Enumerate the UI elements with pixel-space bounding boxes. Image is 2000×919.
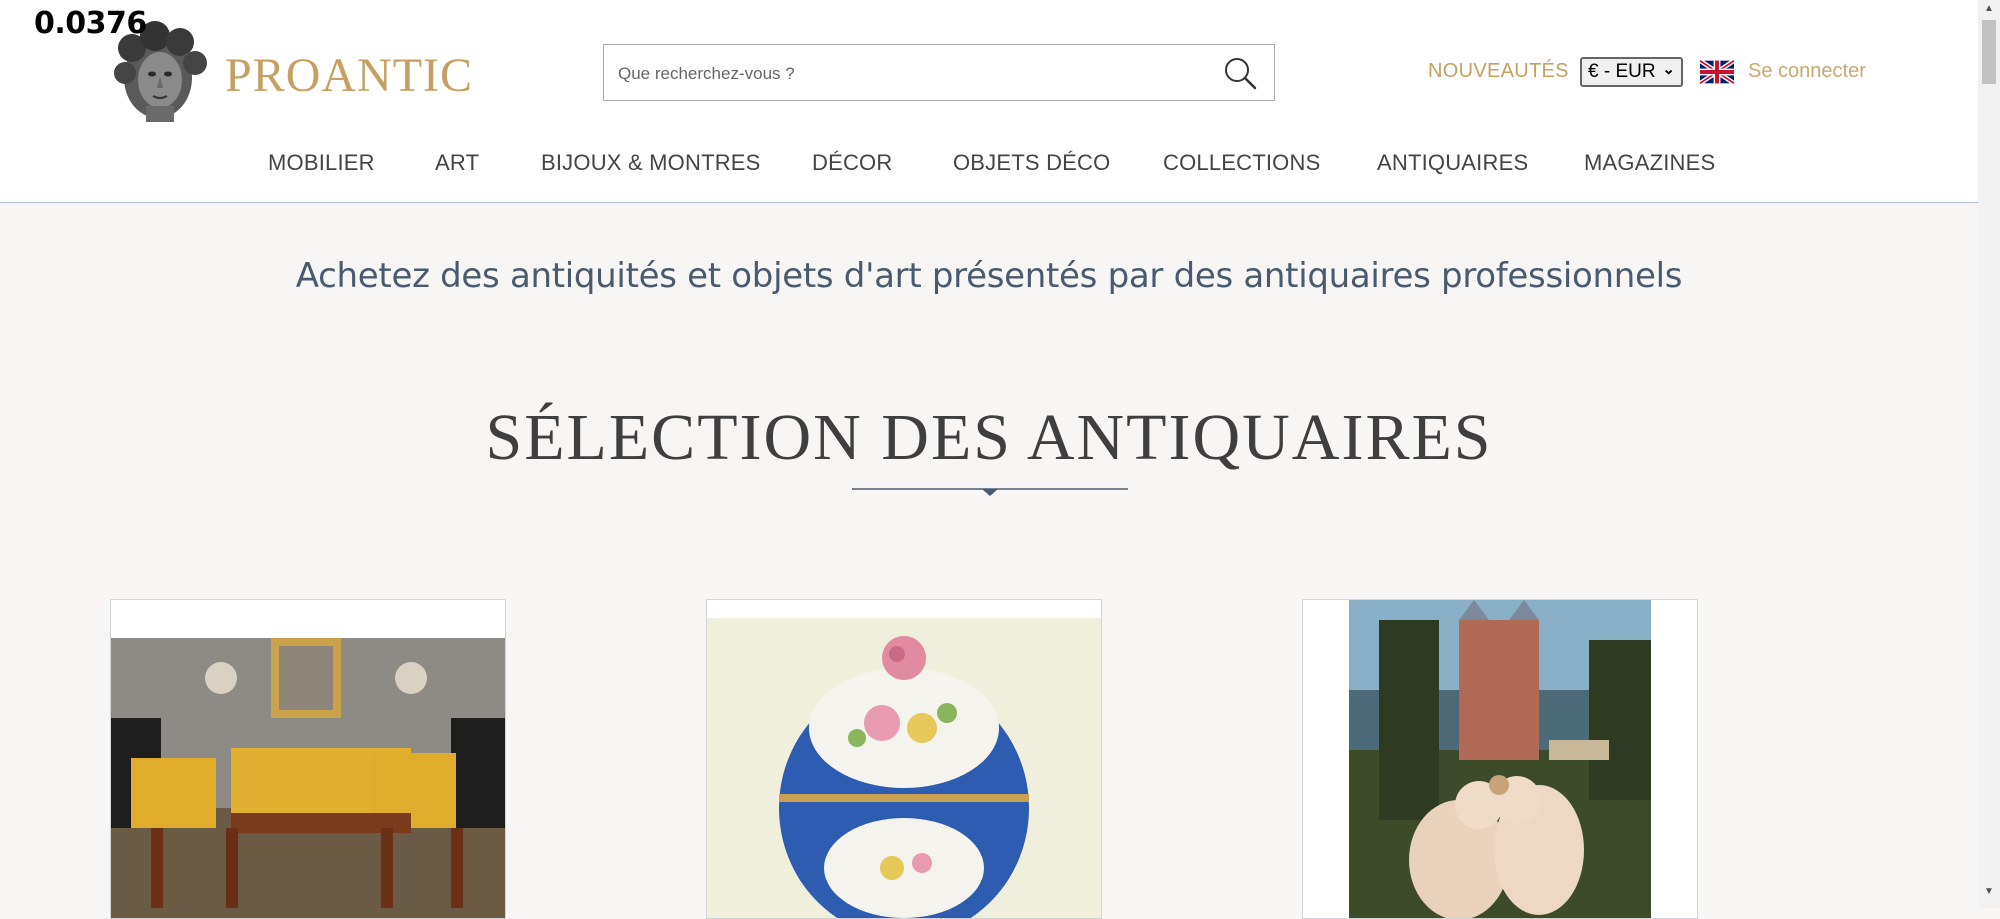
- main-nav: MOBILIER ART BIJOUX & MONTRES DÉCOR OBJE…: [0, 150, 1978, 180]
- logo[interactable]: PROANTIC: [110, 18, 474, 124]
- scroll-thumb[interactable]: [1982, 20, 1996, 84]
- dealer-card[interactable]: [110, 599, 506, 919]
- section-title: SÉLECTION DES ANTIQUAIRES: [485, 401, 1493, 474]
- chevron-down-icon: ⌄: [1662, 61, 1675, 78]
- site-header: PROANTIC NOUVEAUTÉS € - EUR ⌄ Se connect…: [0, 0, 1978, 203]
- vertical-scrollbar[interactable]: ▲ ▼: [1978, 0, 2000, 908]
- search-bar: [603, 44, 1275, 101]
- renaissance-painting-image: [1349, 600, 1651, 918]
- brand-name: PROANTIC: [225, 49, 474, 102]
- nav-item-magazines[interactable]: MAGAZINES: [1584, 150, 1715, 176]
- tagline: Achetez des antiquités et objets d'art p…: [295, 256, 1683, 296]
- scroll-down-arrow-icon[interactable]: ▼: [1984, 886, 1994, 897]
- nav-item-bijoux-montres[interactable]: BIJOUX & MONTRES: [541, 150, 761, 176]
- currency-value: € - EUR: [1588, 61, 1656, 82]
- nav-item-antiquaires[interactable]: ANTIQUAIRES: [1377, 150, 1528, 176]
- search-icon[interactable]: [1222, 55, 1258, 91]
- login-link[interactable]: Se connecter: [1748, 60, 1866, 83]
- nouveautes-link[interactable]: NOUVEAUTÉS: [1428, 60, 1569, 83]
- nav-item-objets-deco[interactable]: OBJETS DÉCO: [953, 150, 1110, 176]
- title-divider: [852, 488, 1128, 496]
- fps-counter: 0.0376: [34, 6, 147, 41]
- nav-item-art[interactable]: ART: [435, 150, 479, 176]
- porcelain-pot-image: [707, 618, 1101, 918]
- uk-flag-icon[interactable]: [1700, 59, 1734, 85]
- nav-item-mobilier[interactable]: MOBILIER: [268, 150, 375, 176]
- scroll-up-arrow-icon[interactable]: ▲: [1984, 3, 1994, 14]
- nav-item-collections[interactable]: COLLECTIONS: [1163, 150, 1320, 176]
- nav-item-decor[interactable]: DÉCOR: [812, 150, 892, 176]
- dealer-card[interactable]: [1302, 599, 1698, 919]
- dealer-card[interactable]: [706, 599, 1102, 919]
- salon-furniture-image: [111, 638, 505, 918]
- search-input[interactable]: [616, 59, 1210, 89]
- currency-select[interactable]: € - EUR ⌄: [1580, 57, 1683, 87]
